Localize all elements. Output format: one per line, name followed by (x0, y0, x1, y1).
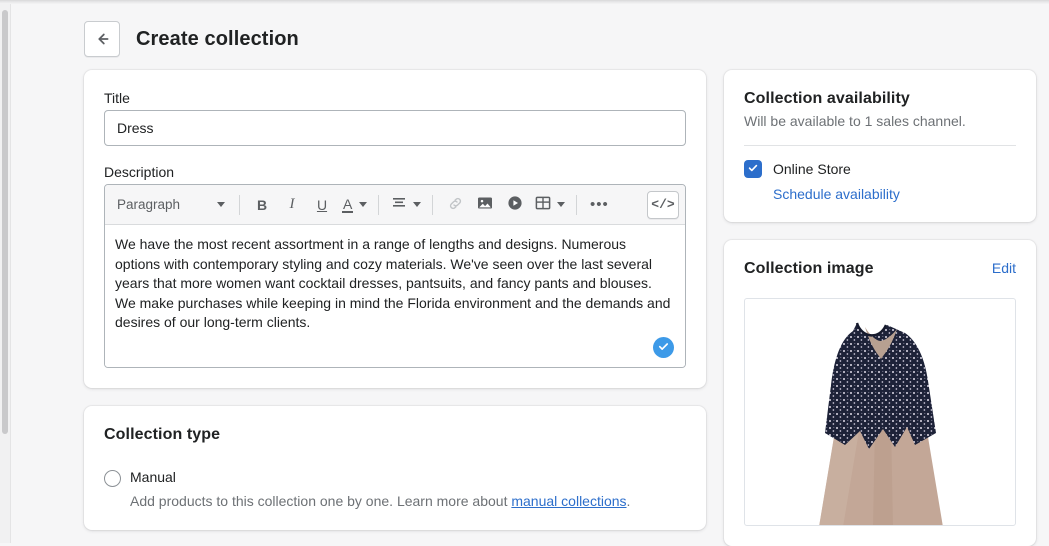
bold-button[interactable]: B (248, 191, 276, 219)
editor-toolbar: Paragraph B I U A ••• </> (105, 185, 685, 225)
collection-image-card: Collection image Edit (724, 240, 1036, 546)
page-scrollbar[interactable] (0, 4, 11, 543)
more-options-button[interactable]: ••• (585, 191, 613, 219)
underline-icon: U (316, 196, 328, 213)
check-icon (747, 161, 759, 177)
underline-button[interactable]: U (308, 191, 336, 219)
description-textarea[interactable]: We have the most recent assortment in a … (105, 225, 685, 367)
align-icon (391, 195, 407, 214)
manual-help-prefix: Add products to this collection one by o… (130, 493, 512, 509)
availability-heading: Collection availability (744, 90, 910, 107)
online-store-checkbox[interactable] (744, 160, 762, 178)
page-title: Create collection (136, 27, 299, 50)
manual-collections-link[interactable]: manual collections (511, 493, 626, 509)
collection-details-card: Title Description Paragraph B (84, 70, 706, 388)
manual-radio[interactable] (104, 470, 121, 487)
align-button[interactable] (387, 191, 424, 219)
schedule-availability-row: Schedule availability (773, 186, 1016, 202)
page-scrollbar-thumb[interactable] (2, 10, 8, 434)
page-canvas: Create collection Title Description Para… (12, 4, 1049, 546)
more-icon: ••• (589, 195, 609, 213)
description-editor: Paragraph B I U A ••• </> We have the mo… (104, 184, 686, 368)
toolbar-divider (378, 194, 380, 215)
chevron-down-icon (217, 202, 225, 207)
window-top-shadow (0, 0, 1049, 4)
table-icon (535, 195, 551, 214)
link-button[interactable] (441, 191, 469, 219)
title-input[interactable] (104, 110, 686, 146)
link-icon (447, 195, 464, 215)
insert-image-button[interactable] (471, 191, 499, 219)
availability-subtitle: Will be available to 1 sales channel. (744, 113, 966, 129)
arrow-left-icon (93, 30, 111, 48)
collection-image-header: Collection image Edit (744, 260, 1016, 278)
paragraph-format-select[interactable]: Paragraph (113, 191, 231, 219)
manual-help-suffix: . (626, 493, 631, 509)
chevron-down-icon (413, 202, 422, 207)
main-column: Title Description Paragraph B (84, 70, 706, 530)
manual-label: Manual (130, 469, 176, 485)
editor-saved-badge (653, 337, 674, 358)
collection-image-preview[interactable] (744, 298, 1016, 526)
italic-button[interactable]: I (278, 191, 306, 219)
toolbar-divider (576, 194, 578, 215)
bold-icon: B (256, 196, 268, 213)
collection-type-heading: Collection type (104, 426, 221, 443)
online-store-row[interactable]: Online Store (744, 160, 1016, 178)
insert-video-button[interactable] (501, 191, 529, 219)
image-icon (477, 195, 493, 214)
availability-divider (744, 145, 1016, 146)
page-header: Create collection (84, 21, 299, 57)
description-label: Description (104, 164, 175, 180)
description-text: We have the most recent assortment in a … (115, 236, 671, 330)
dress-thumbnail (745, 299, 1015, 525)
italic-icon: I (289, 196, 295, 212)
toolbar-divider (239, 194, 240, 215)
edit-image-button[interactable]: Edit (992, 260, 1016, 276)
online-store-label: Online Store (773, 161, 851, 177)
toolbar-divider (432, 194, 434, 215)
collection-availability-card: Collection availability Will be availabl… (724, 70, 1036, 222)
collection-type-card: Collection type Manual Add products to t… (84, 406, 706, 530)
text-color-button[interactable]: A (338, 191, 370, 219)
title-label: Title (104, 90, 130, 106)
code-view-icon: </> (651, 197, 675, 212)
dress-illustration (819, 322, 943, 525)
side-column: Collection availability Will be availabl… (724, 70, 1036, 546)
insert-table-button[interactable] (531, 191, 568, 219)
text-color-icon: A (342, 195, 354, 213)
back-button[interactable] (84, 21, 120, 57)
manual-help-text: Add products to this collection one by o… (130, 492, 630, 510)
chevron-down-icon (557, 202, 566, 207)
paragraph-format-label: Paragraph (117, 197, 181, 212)
schedule-availability-link[interactable]: Schedule availability (773, 186, 900, 202)
code-view-button[interactable]: </> (647, 190, 679, 219)
collection-type-manual-option[interactable]: Manual Add products to this collection o… (104, 469, 686, 510)
collection-image-heading: Collection image (744, 260, 874, 277)
check-circle-icon (657, 340, 670, 356)
chevron-down-icon (359, 202, 368, 207)
video-icon (507, 195, 523, 214)
